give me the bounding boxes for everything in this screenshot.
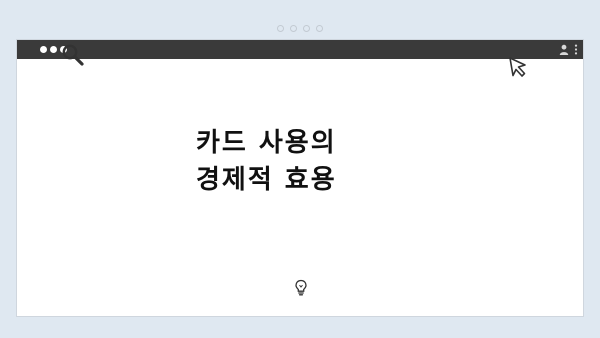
page-dot xyxy=(303,25,310,32)
page-title: 카드 사용의 경제적 효용 xyxy=(196,125,496,199)
page-dot xyxy=(316,25,323,32)
page-title-line-1: 카드 사용의 xyxy=(196,128,337,158)
page-title-line-2: 경제적 효용 xyxy=(196,165,337,195)
page-dot xyxy=(277,25,284,32)
search-icon xyxy=(62,44,84,66)
cursor-arrow-icon xyxy=(509,57,526,77)
user-icon[interactable] xyxy=(559,44,569,55)
window-titlebar xyxy=(17,40,583,59)
kebab-menu-icon[interactable] xyxy=(574,44,578,55)
window-close-dot[interactable] xyxy=(40,46,47,53)
lightbulb-icon xyxy=(295,279,307,296)
window-minimize-dot[interactable] xyxy=(50,46,57,53)
page-indicator-dots xyxy=(0,25,600,32)
page-dot xyxy=(290,25,297,32)
